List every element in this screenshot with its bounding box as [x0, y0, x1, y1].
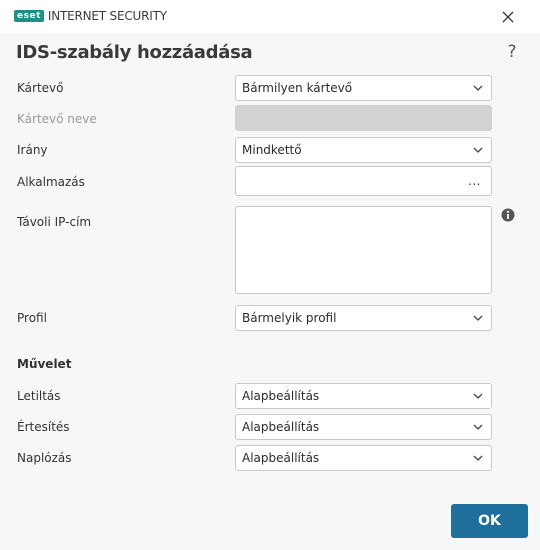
malware-select[interactable]: Bármilyen kártevő — [235, 75, 492, 101]
brand-badge: eset — [14, 10, 44, 22]
action-section-heading: Művelet — [17, 357, 72, 371]
block-select[interactable]: Alapbeállítás — [235, 383, 492, 409]
block-select-value: Alapbeállítás — [242, 389, 320, 403]
malware-select-value: Bármilyen kártevő — [242, 81, 353, 95]
close-button[interactable] — [498, 7, 518, 27]
ok-button[interactable]: OK — [451, 504, 528, 538]
log-select-value: Alapbeállítás — [242, 451, 320, 465]
help-icon[interactable]: ? — [505, 42, 519, 62]
notify-select[interactable]: Alapbeállítás — [235, 414, 492, 440]
dialog-title: IDS-szabály hozzáadása — [16, 42, 253, 63]
profile-select[interactable]: Bármelyik profil — [235, 305, 492, 331]
chevron-down-icon — [473, 424, 483, 430]
direction-select-value: Mindkettő — [242, 143, 302, 157]
block-label: Letiltás — [17, 389, 61, 403]
notify-label: Értesítés — [17, 420, 70, 434]
browse-button[interactable]: ... — [468, 174, 481, 188]
direction-select[interactable]: Mindkettő — [235, 137, 492, 163]
application-label: Alkalmazás — [17, 175, 85, 189]
remote-ip-label: Távoli IP-cím — [17, 215, 92, 229]
eset-logo: eset INTERNET SECURITY — [14, 9, 167, 23]
chevron-down-icon — [473, 315, 483, 321]
product-name: INTERNET SECURITY — [47, 9, 167, 23]
log-label: Naplózás — [17, 451, 72, 465]
remote-ip-textarea[interactable] — [235, 206, 492, 294]
chevron-down-icon — [473, 455, 483, 461]
malware-name-label: Kártevő neve — [17, 112, 97, 126]
direction-label: Irány — [17, 143, 48, 157]
notify-select-value: Alapbeállítás — [242, 420, 320, 434]
chevron-down-icon — [473, 393, 483, 399]
profile-label: Profil — [17, 311, 47, 325]
chevron-down-icon — [473, 147, 483, 153]
info-icon[interactable] — [501, 208, 515, 222]
close-icon — [502, 11, 514, 23]
chevron-down-icon — [473, 85, 483, 91]
application-input[interactable] — [240, 171, 450, 191]
malware-name-field — [235, 105, 492, 131]
log-select[interactable]: Alapbeállítás — [235, 445, 492, 471]
application-field[interactable]: ... — [235, 166, 492, 196]
profile-select-value: Bármelyik profil — [242, 311, 337, 325]
title-bar: eset INTERNET SECURITY — [0, 0, 540, 33]
malware-label: Kártevő — [17, 81, 64, 95]
